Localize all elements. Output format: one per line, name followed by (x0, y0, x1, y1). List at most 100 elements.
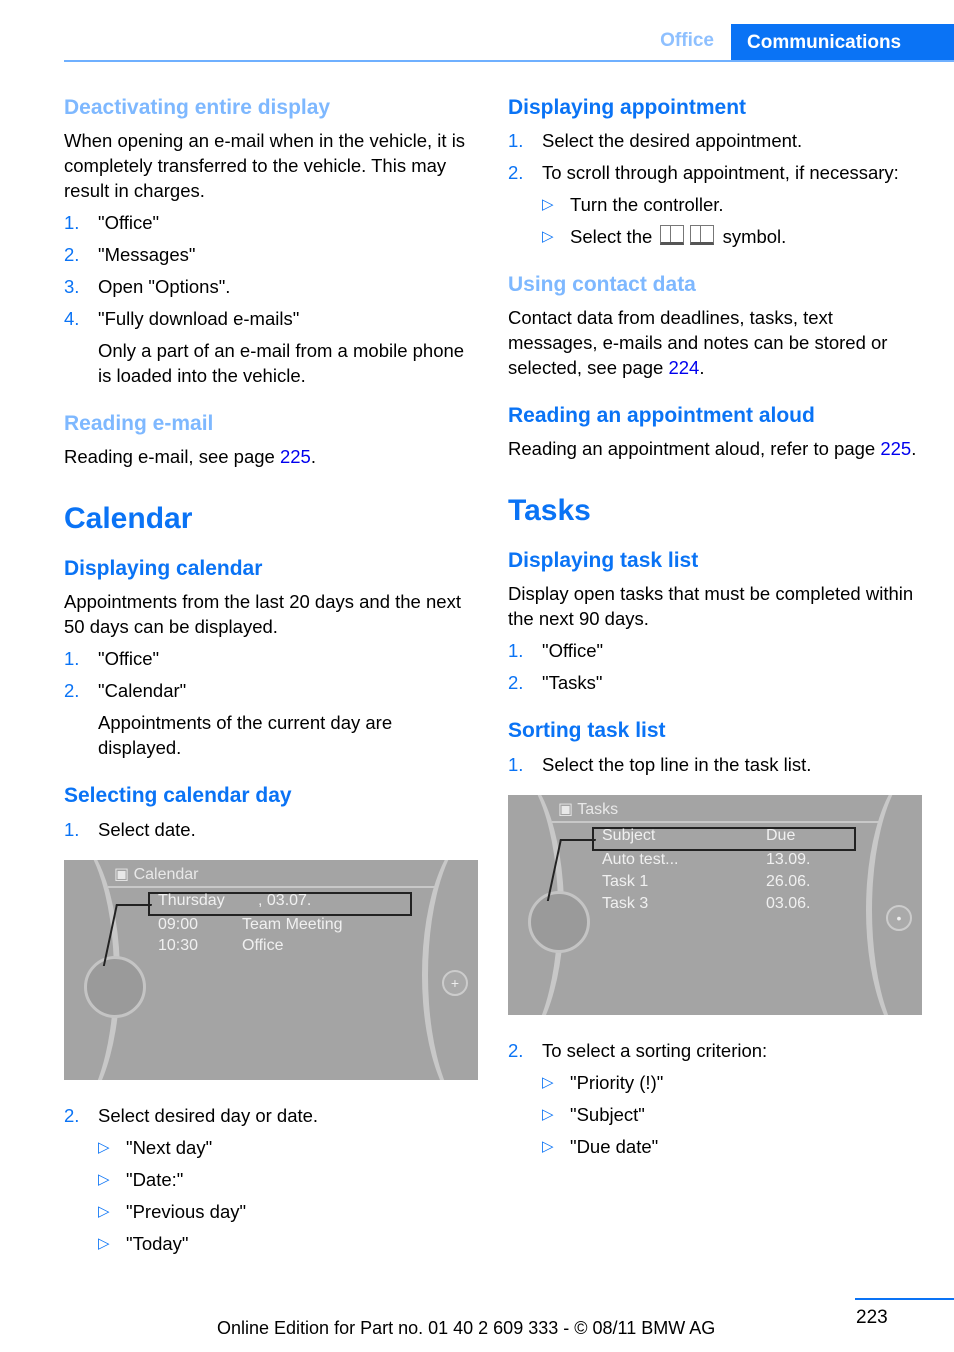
left-column: Deactivating entire display When opening… (64, 94, 479, 1256)
page-link-225[interactable]: 225 (880, 438, 911, 459)
appointment-label: Team Meeting (242, 916, 343, 933)
step-text: Select the top line in the task list. (542, 754, 812, 775)
bullet-text: Select the symbol. (570, 224, 786, 249)
step-text: Select the desired appointment. (542, 130, 803, 151)
header-chapter-communications[interactable]: Communications (731, 24, 954, 61)
task-subject: Task 1 (602, 873, 649, 890)
step-text: Select date. (98, 819, 196, 840)
heading-sorting-task-list: Sorting task list (508, 719, 666, 742)
list-item: ▷ Turn the controller. (542, 192, 923, 217)
list-item: 2. To select a sorting criterion: (508, 1038, 923, 1063)
header-section-office[interactable]: Office (660, 30, 714, 52)
list-item: 4. "Fully download e-mails" (64, 306, 479, 331)
step-number: 1. (64, 648, 80, 669)
screen-title-divider (552, 821, 882, 823)
triangle-bullet-icon: ▷ (542, 1138, 554, 1155)
footer-edition: Online Edition for Part no. 01 40 2 609 … (217, 1318, 716, 1338)
list-item: ▷ "Subject" (542, 1102, 923, 1127)
triangle-bullet-icon: ▷ (98, 1139, 110, 1156)
time-label: 10:30 (158, 937, 199, 954)
reading-aloud-text-body: Reading an appointment aloud, refer to p… (508, 438, 881, 459)
option-text: "Date:" (126, 1169, 184, 1190)
list-item: 1. "Office" (64, 646, 479, 671)
page-link-224[interactable]: 224 (668, 357, 699, 378)
step-number: 1. (64, 819, 80, 840)
reading-aloud-text: Reading an appointment aloud, refer to p… (508, 436, 923, 461)
displaying-calendar-note: Appointments of the current day are disp… (98, 712, 393, 758)
step-number: 4. (64, 308, 80, 329)
displaying-calendar-text: Appointments from the last 20 days and t… (64, 591, 461, 637)
list-item: ▷ Select the symbol. (542, 224, 923, 249)
list-item: 2. To scroll through appointment, if nece… (508, 160, 923, 185)
screen-row: Task 3 03.06. (602, 895, 810, 913)
screen-row: 10:30 Office (158, 937, 284, 955)
page-link-225[interactable]: 225 (280, 446, 311, 467)
scroll-left-symbol-icon (660, 225, 685, 245)
option-text: "Subject" (570, 1104, 645, 1125)
options-icon: • (886, 905, 912, 931)
triangle-bullet-icon: ▷ (542, 228, 554, 245)
list-item: 2. Select desired day or date. (64, 1103, 479, 1128)
column-due: Due (766, 827, 796, 844)
heading-displaying-appointment: Displaying appointment (508, 96, 747, 119)
step-text: "Calendar" (98, 680, 187, 701)
contact-data-text: Contact data from deadlines, tasks, text… (508, 305, 923, 380)
day-label: Thursday (158, 892, 225, 909)
list-item: ▷ "Date:" (98, 1167, 479, 1192)
right-column: Displaying appointment 1. Select the desi… (508, 94, 923, 1159)
list-item: ▷ "Priority (!)" (542, 1070, 923, 1095)
heading-using-contact-data: Using contact data (508, 273, 696, 296)
screen-row: Task 1 26.06. (602, 873, 810, 891)
heading-selecting-calendar-day: Selecting calendar day (64, 784, 292, 807)
date-label: , 03.07. (258, 892, 312, 909)
punctuation: . (699, 357, 705, 378)
list-item: ▷ "Next day" (98, 1135, 479, 1160)
option-text: "Next day" (126, 1137, 213, 1158)
page-number-rule (855, 1298, 954, 1300)
option-text: "Due date" (570, 1136, 659, 1157)
screen-header-row: Subject Due (602, 827, 795, 845)
triangle-bullet-icon: ▷ (98, 1203, 110, 1220)
screen-row: Auto test... 13.09. (602, 851, 810, 869)
scroll-right-symbol-icon (690, 225, 715, 245)
task-due: 13.09. (766, 851, 811, 868)
heading-calendar: Calendar (64, 502, 193, 535)
time-label: 09:00 (158, 916, 199, 933)
task-due: 03.06. (766, 895, 811, 912)
step-number: 3. (64, 276, 80, 297)
header-divider (64, 60, 954, 62)
step-number: 1. (508, 640, 524, 661)
heading-displaying-calendar: Displaying calendar (64, 557, 263, 580)
screen-title-text: Calendar (133, 866, 199, 883)
tasks-screenshot: • ▣ Tasks Subject Due Auto test... 13.09. … (508, 795, 922, 1015)
calendar-screenshot: + ▣ Calendar Thursday , 03.07. 09:00 Team … (64, 860, 478, 1080)
list-item: ▷ "Today" (98, 1231, 479, 1256)
screen-row: 09:00 Team Meeting (158, 916, 343, 934)
list-item: 2. "Messages" (64, 242, 479, 267)
bullet-text: Turn the controller. (570, 194, 724, 215)
step-number: 2. (64, 1105, 80, 1126)
step-text: Open "Options". (98, 276, 231, 297)
list-item: 2. "Calendar" (64, 678, 479, 703)
symbol-suffix: symbol. (722, 226, 787, 247)
heading-tasks: Tasks (508, 494, 591, 527)
step-text: "Fully download e-mails" (98, 308, 300, 329)
screen-row-selected: Thursday , 03.07. (158, 892, 311, 910)
task-due: 26.06. (766, 873, 811, 890)
screen-title: ▣ Tasks (558, 801, 619, 818)
deactivating-text: When opening an e-mail when in the vehic… (64, 130, 466, 201)
heading-deactivating-display: Deactivating entire display (64, 96, 331, 119)
list-item: ▷ "Previous day" (98, 1199, 479, 1224)
step-text: Select desired day or date. (98, 1105, 319, 1126)
page-number: 223 (856, 1307, 888, 1328)
step-number: 1. (64, 212, 80, 233)
step-number: 2. (508, 162, 524, 183)
option-text: "Previous day" (126, 1201, 247, 1222)
option-text: "Priority (!)" (570, 1072, 664, 1093)
step-text: To scroll through appointment, if necess… (542, 162, 899, 183)
list-item: 2. "Tasks" (508, 670, 923, 695)
list-item: 1. Select the top line in the task list. (508, 752, 923, 777)
triangle-bullet-icon: ▷ (98, 1171, 110, 1188)
task-subject: Task 3 (602, 895, 649, 912)
column-subject: Subject (602, 827, 656, 844)
